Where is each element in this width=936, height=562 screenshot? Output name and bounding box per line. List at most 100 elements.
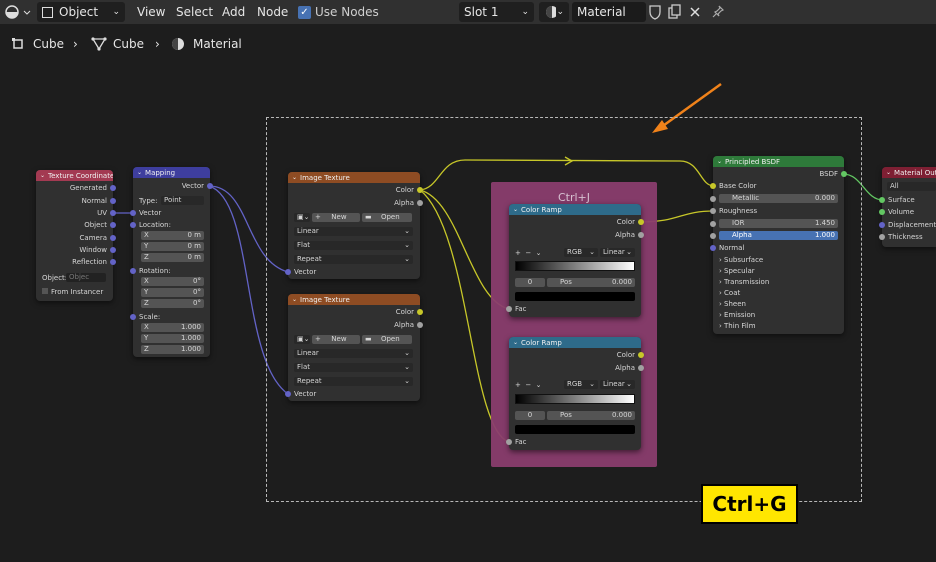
node-color-ramp-2[interactable]: ⌄ Color Ramp Color Alpha + − ⌄ RGB ⌄ Linea… — [506, 337, 644, 450]
socket[interactable] — [710, 196, 716, 202]
node-editor[interactable]: Object ⌄ View Select Add Node ✓ Use Nodes … — [0, 0, 936, 562]
rotation-y[interactable]: Y 0° — [141, 288, 204, 297]
slot-dropdown[interactable]: Slot 1 ⌄ — [459, 2, 534, 22]
chevron-down-icon[interactable]: ⌄ — [536, 249, 542, 257]
projection-dropdown[interactable]: Flat ⌄ — [294, 241, 413, 250]
projection-dropdown[interactable]: Flat ⌄ — [294, 363, 413, 372]
node-image-texture-2[interactable]: ⌄ Image Texture Color Alpha ▣⌄ + New ▬ Open… — [285, 294, 423, 401]
socket[interactable] — [638, 352, 644, 358]
menu-add[interactable]: Add — [222, 2, 245, 22]
stop-color-swatch[interactable] — [515, 425, 635, 434]
menu-node[interactable]: Node — [257, 2, 288, 22]
object-field[interactable]: Objec — [66, 273, 106, 282]
panel-coat[interactable]: › Coat — [713, 288, 844, 298]
interpolation-dropdown[interactable]: Linear ⌄ — [600, 380, 635, 389]
socket[interactable] — [110, 259, 116, 265]
socket[interactable] — [130, 210, 136, 216]
color-ramp-gradient[interactable] — [515, 261, 635, 271]
editor-type-button[interactable] — [4, 2, 32, 22]
node-texture-coordinate[interactable]: ⌄ Texture Coordinate Generated Normal UV … — [36, 170, 116, 301]
ior-field[interactable]: IOR 1.450 — [719, 219, 838, 228]
location-x[interactable]: X0 m — [141, 231, 204, 240]
remove-stop-button[interactable]: − — [525, 381, 531, 389]
stop-position-field[interactable]: Pos 0.000 — [547, 278, 635, 287]
socket[interactable] — [110, 210, 116, 216]
remove-stop-button[interactable]: − — [525, 249, 531, 257]
stop-position-field[interactable]: Pos 0.000 — [547, 411, 635, 420]
socket[interactable] — [506, 439, 512, 445]
scale-x[interactable]: X 1.000 — [141, 323, 204, 332]
color-ramp-gradient[interactable] — [515, 394, 635, 404]
type-dropdown[interactable]: Point — [161, 196, 204, 205]
socket[interactable] — [417, 322, 423, 328]
scale-z[interactable]: Z 1.000 — [141, 345, 204, 354]
socket[interactable] — [285, 391, 291, 397]
panel-emission[interactable]: › Emission — [713, 310, 844, 320]
socket[interactable] — [207, 183, 213, 189]
interpolation-dropdown[interactable]: Linear ⌄ — [294, 227, 413, 236]
rotation-z[interactable]: Z 0° — [141, 299, 204, 308]
extension-dropdown[interactable]: Repeat ⌄ — [294, 255, 413, 264]
alpha-field[interactable]: Alpha 1.000 — [719, 231, 838, 240]
panel-sheen[interactable]: › Sheen — [713, 299, 844, 309]
socket[interactable] — [110, 222, 116, 228]
socket[interactable] — [110, 247, 116, 253]
stop-color-swatch[interactable] — [515, 292, 635, 301]
image-browse-icon[interactable]: ▣⌄ — [294, 335, 310, 344]
node-mapping[interactable]: ⌄ Mapping Vector Type: Point Vector Locat… — [130, 167, 213, 357]
socket[interactable] — [710, 221, 716, 227]
metallic-field[interactable]: Metallic 0.000 — [719, 194, 838, 203]
socket[interactable] — [110, 185, 116, 191]
rotation-x[interactable]: X 0° — [141, 277, 204, 286]
use-nodes-toggle[interactable]: ✓ Use Nodes — [298, 2, 379, 22]
socket[interactable] — [417, 200, 423, 206]
open-image-button[interactable]: ▬ Open — [362, 213, 412, 222]
pin-icon[interactable] — [711, 2, 725, 22]
node-image-texture-1[interactable]: ⌄ Image Texture Color Alpha ▣⌄ + New ▬ Open… — [285, 172, 423, 279]
stop-index-field[interactable]: 0 — [515, 411, 545, 420]
material-name-field[interactable]: Material — [572, 2, 646, 22]
socket[interactable] — [879, 197, 885, 203]
extension-dropdown[interactable]: Repeat ⌄ — [294, 377, 413, 386]
socket[interactable] — [710, 245, 716, 251]
mode-dropdown[interactable]: Object ⌄ — [37, 2, 125, 22]
target-dropdown[interactable]: All — [887, 182, 936, 191]
socket[interactable] — [130, 268, 136, 274]
socket[interactable] — [506, 306, 512, 312]
socket[interactable] — [710, 233, 716, 239]
stop-index-field[interactable]: 0 — [515, 278, 545, 287]
socket[interactable] — [110, 235, 116, 241]
location-y[interactable]: Y0 m — [141, 242, 204, 251]
panel-specular[interactable]: › Specular — [713, 266, 844, 276]
add-stop-button[interactable]: + — [515, 249, 521, 257]
node-color-ramp-1[interactable]: ⌄ Color Ramp Color Alpha + − ⌄ RGB ⌄ Linea… — [506, 204, 644, 317]
socket[interactable] — [110, 198, 116, 204]
socket[interactable] — [841, 171, 847, 177]
panel-thin-film[interactable]: › Thin Film — [713, 321, 844, 331]
menu-view[interactable]: View — [137, 2, 165, 22]
socket[interactable] — [417, 309, 423, 315]
socket[interactable] — [879, 234, 885, 240]
panel-subsurface[interactable]: › Subsurface — [713, 255, 844, 265]
new-image-button[interactable]: + New — [312, 335, 360, 344]
material-browse-button[interactable]: ⌄ — [539, 2, 569, 22]
open-image-button[interactable]: ▬ Open — [362, 335, 412, 344]
socket[interactable] — [638, 219, 644, 225]
socket[interactable] — [130, 222, 136, 228]
socket[interactable] — [417, 187, 423, 193]
location-z[interactable]: Z0 m — [141, 253, 204, 262]
interpolation-dropdown[interactable]: Linear ⌄ — [294, 349, 413, 358]
interpolation-dropdown[interactable]: Linear ⌄ — [600, 248, 635, 257]
image-browse-icon[interactable]: ▣⌄ — [294, 213, 310, 222]
unlink-material-icon[interactable] — [688, 2, 702, 22]
socket[interactable] — [879, 222, 885, 228]
socket[interactable] — [710, 208, 716, 214]
socket[interactable] — [285, 269, 291, 275]
socket[interactable] — [638, 365, 644, 371]
color-mode-dropdown[interactable]: RGB ⌄ — [564, 248, 598, 257]
menu-select[interactable]: Select — [176, 2, 213, 22]
socket[interactable] — [638, 232, 644, 238]
scale-y[interactable]: Y 1.000 — [141, 334, 204, 343]
duplicate-material-icon[interactable] — [667, 2, 681, 22]
node-material-output[interactable]: ⌄Material Output All Surface Volume Disp… — [879, 167, 936, 247]
